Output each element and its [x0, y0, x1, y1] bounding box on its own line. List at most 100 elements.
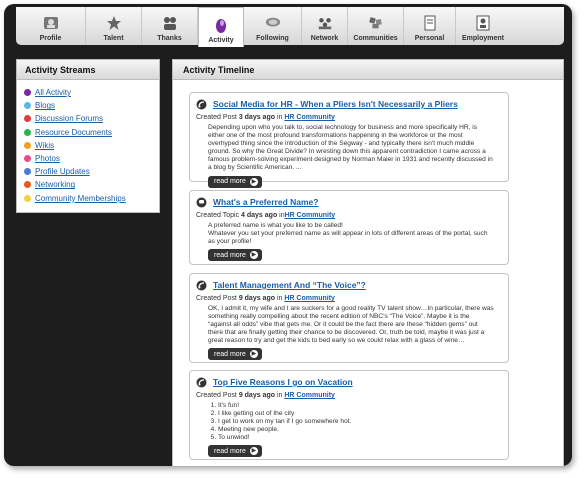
stream-link[interactable]: All Activity	[35, 88, 71, 97]
post-time: 3 days ago	[238, 114, 275, 121]
post-in-text: in	[276, 295, 283, 302]
stream-link[interactable]: Blogs	[35, 101, 55, 110]
stream-link[interactable]: Profile Updates	[35, 167, 90, 176]
post-title-link[interactable]: Top Five Reasons I go on Vacation	[213, 377, 353, 387]
all-activity-icon	[24, 89, 31, 97]
post-title-link[interactable]: Talent Management And “The Voice”?	[213, 280, 366, 290]
community-link[interactable]: HR Community	[284, 392, 335, 399]
post-in-text: in	[276, 392, 283, 399]
read-more-button[interactable]: read more ▶	[208, 348, 262, 361]
topic-icon	[196, 197, 207, 208]
activity-icon	[213, 17, 229, 33]
timeline-post: What's a Preferred Name? Created Topic 4…	[189, 190, 509, 265]
star-icon	[106, 15, 122, 31]
community-link[interactable]: HR Community	[284, 295, 335, 302]
stream-item-profile-updates[interactable]: Profile Updates	[24, 165, 159, 178]
arrow-right-icon: ▶	[249, 447, 258, 456]
stream-link[interactable]: Networking	[35, 180, 75, 189]
reasons-list: It's fun! I like getting out of the city…	[218, 402, 494, 442]
stream-link[interactable]: Resource Documents	[35, 128, 112, 137]
stream-item-wikis[interactable]: Wikis	[24, 139, 159, 152]
app-frame: Profile Talent Thanks Activity Following	[4, 4, 572, 466]
nav-employment[interactable]: Employment	[456, 7, 510, 45]
stream-list: All Activity Blogs Discussion Forums Res…	[17, 80, 159, 205]
wikis-icon	[24, 141, 31, 149]
timeline-post: Top Five Reasons I go on Vacation Create…	[189, 370, 509, 460]
post-action: Created Topic	[196, 212, 240, 219]
nav-talent[interactable]: Talent	[86, 7, 142, 45]
nav-label: Employment	[461, 35, 504, 42]
nav-label: Following	[256, 35, 289, 42]
blog-post-icon	[196, 280, 207, 291]
thanks-icon	[162, 15, 178, 31]
nav-label: Network	[310, 35, 339, 42]
blog-post-icon	[196, 377, 207, 388]
post-action: Created Post	[196, 392, 237, 399]
discussion-forums-icon	[24, 115, 31, 123]
post-excerpt: A preferred name is what you like to be …	[208, 222, 488, 246]
post-title-link[interactable]: What's a Preferred Name?	[213, 197, 318, 207]
communities-icon	[368, 15, 384, 31]
personal-icon	[422, 15, 438, 31]
top-navigation: Profile Talent Thanks Activity Following	[16, 7, 564, 47]
list-item: I like getting out of the city	[218, 410, 494, 418]
post-meta: Created Post 3 days ago in HR Community	[196, 114, 502, 121]
stream-link[interactable]: Discussion Forums	[35, 114, 103, 123]
arrow-right-icon: ▶	[249, 251, 258, 260]
arrow-right-icon: ▶	[249, 177, 258, 186]
stream-item-resource-documents[interactable]: Resource Documents	[24, 126, 159, 139]
stream-item-blogs[interactable]: Blogs	[24, 99, 159, 112]
post-title-link[interactable]: Social Media for HR - When a Pliers Isn'…	[213, 99, 458, 109]
community-link[interactable]: HR Community	[284, 114, 335, 121]
nav-thanks[interactable]: Thanks	[142, 7, 198, 45]
post-time: 9 days ago	[238, 392, 275, 399]
list-item: Meeting new people.	[218, 426, 494, 434]
resource-documents-icon	[24, 128, 31, 136]
nav-profile[interactable]: Profile	[16, 7, 86, 45]
stream-link[interactable]: Wikis	[35, 141, 54, 150]
post-time: 4 days ago	[241, 212, 278, 219]
activity-streams-panel: Activity Streams All Activity Blogs Disc…	[16, 59, 160, 213]
nav-activity[interactable]: Activity	[198, 7, 244, 47]
nav-personal[interactable]: Personal	[404, 7, 456, 45]
nav-following[interactable]: Following	[244, 7, 302, 45]
nav-label: Thanks	[157, 35, 182, 42]
photos-icon	[24, 155, 31, 163]
profile-updates-icon	[24, 168, 31, 176]
nav-label: Activity	[208, 37, 234, 44]
stream-item-networking[interactable]: Networking	[24, 178, 159, 191]
blog-post-icon	[196, 99, 207, 110]
post-action: Created Post	[196, 114, 237, 121]
read-more-button[interactable]: read more ▶	[208, 445, 262, 458]
stream-link[interactable]: Photos	[35, 154, 60, 163]
arrow-right-icon: ▶	[249, 350, 258, 359]
employment-icon	[475, 15, 491, 31]
post-in-text: in	[276, 114, 283, 121]
following-icon	[265, 15, 281, 31]
read-more-label: read more	[214, 350, 246, 358]
stream-item-photos[interactable]: Photos	[24, 152, 159, 165]
timeline-post: Social Media for HR - When a Pliers Isn'…	[189, 92, 509, 188]
stream-item-all-activity[interactable]: All Activity	[24, 86, 159, 99]
networking-icon	[24, 181, 31, 189]
read-more-label: read more	[214, 178, 246, 186]
post-meta: Created Post 9 days ago in HR Community	[196, 392, 502, 399]
stream-item-discussion-forums[interactable]: Discussion Forums	[24, 112, 159, 125]
list-item: It's fun!	[218, 402, 494, 410]
profile-icon	[43, 15, 59, 31]
post-excerpt: Depending upon who you talk to, social t…	[208, 124, 493, 172]
read-more-button[interactable]: read more ▶	[208, 249, 262, 262]
read-more-button[interactable]: read more ▶	[208, 175, 262, 188]
post-meta: Created Post 9 days ago in HR Community	[196, 295, 502, 302]
stream-item-community-memberships[interactable]: Community Memberships	[24, 192, 159, 205]
stream-link[interactable]: Community Memberships	[35, 194, 126, 203]
community-link[interactable]: HR Community	[285, 212, 336, 219]
post-time: 9 days ago	[238, 295, 275, 302]
post-excerpt: OK, I admit it, my wife and I are sucker…	[208, 305, 494, 345]
nav-label: Personal	[414, 35, 445, 42]
read-more-label: read more	[214, 251, 246, 259]
nav-network[interactable]: Network	[302, 7, 348, 45]
post-meta: Created Topic 4 days ago inHR Community	[196, 212, 502, 219]
nav-communities[interactable]: Communities	[348, 7, 404, 45]
nav-label: Profile	[39, 35, 62, 42]
